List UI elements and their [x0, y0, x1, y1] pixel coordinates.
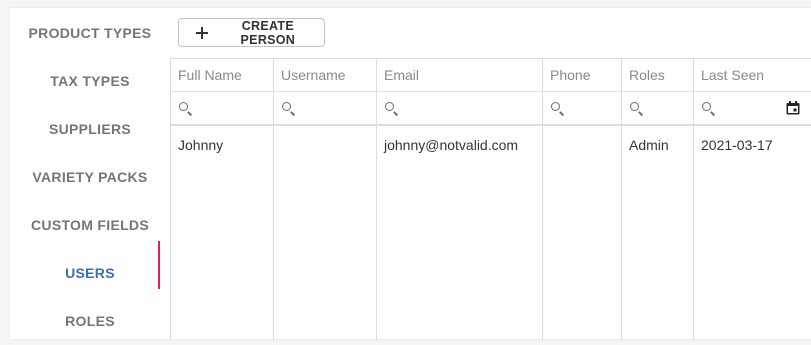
- column-header-email[interactable]: Email: [377, 59, 542, 92]
- column-full-name: Full Name Johnny: [171, 59, 274, 340]
- sidebar-item-roles[interactable]: ROLES: [10, 297, 170, 345]
- search-icon: [385, 102, 399, 116]
- search-icon: [179, 102, 193, 116]
- plus-icon: [195, 26, 208, 40]
- calendar-icon[interactable]: [786, 101, 800, 115]
- active-tab-indicator: [158, 241, 160, 289]
- column-roles: Roles Admin: [622, 59, 694, 340]
- table-cell-last-seen[interactable]: 2021-03-17: [694, 126, 811, 164]
- column-header-last-seen[interactable]: Last Seen: [694, 59, 811, 92]
- filter-last-seen[interactable]: [694, 92, 811, 126]
- filter-full-name[interactable]: [171, 92, 273, 126]
- table-cell-username[interactable]: [274, 126, 376, 164]
- column-header-roles[interactable]: Roles: [622, 59, 693, 92]
- column-header-phone[interactable]: Phone: [543, 59, 621, 92]
- create-person-label: CREATE PERSON: [240, 18, 296, 47]
- create-person-button[interactable]: CREATE PERSON: [178, 18, 325, 47]
- sidebar-item-users[interactable]: USERS: [10, 249, 170, 297]
- column-header-full-name[interactable]: Full Name: [171, 59, 273, 92]
- sidebar-item-variety-packs[interactable]: VARIETY PACKS: [10, 153, 170, 201]
- settings-sidebar: PRODUCT TYPES TAX TYPES SUPPLIERS VARIET…: [10, 8, 170, 339]
- filter-email[interactable]: [377, 92, 542, 126]
- users-table: Full Name Johnny Username Email johnny@n…: [170, 58, 811, 340]
- search-icon: [702, 102, 716, 116]
- column-email: Email johnny@notvalid.com: [377, 59, 543, 340]
- table-cell-roles[interactable]: Admin: [622, 126, 693, 164]
- search-icon: [630, 102, 644, 116]
- column-header-username[interactable]: Username: [274, 59, 376, 92]
- filter-username[interactable]: [274, 92, 376, 126]
- sidebar-item-custom-fields[interactable]: CUSTOM FIELDS: [10, 201, 170, 249]
- filter-roles[interactable]: [622, 92, 693, 126]
- sidebar-item-tax-types[interactable]: TAX TYPES: [10, 57, 170, 105]
- column-phone: Phone: [543, 59, 622, 340]
- sidebar-item-suppliers[interactable]: SUPPLIERS: [10, 105, 170, 153]
- search-icon: [551, 102, 565, 116]
- filter-phone[interactable]: [543, 92, 621, 126]
- table-cell-email[interactable]: johnny@notvalid.com: [377, 126, 542, 164]
- column-username: Username: [274, 59, 377, 340]
- table-cell-full-name[interactable]: Johnny: [171, 126, 273, 164]
- sidebar-item-product-types[interactable]: PRODUCT TYPES: [10, 9, 170, 57]
- search-icon: [282, 102, 296, 116]
- table-cell-phone[interactable]: [543, 126, 621, 164]
- column-last-seen: Last Seen 2021-03-17: [694, 59, 811, 340]
